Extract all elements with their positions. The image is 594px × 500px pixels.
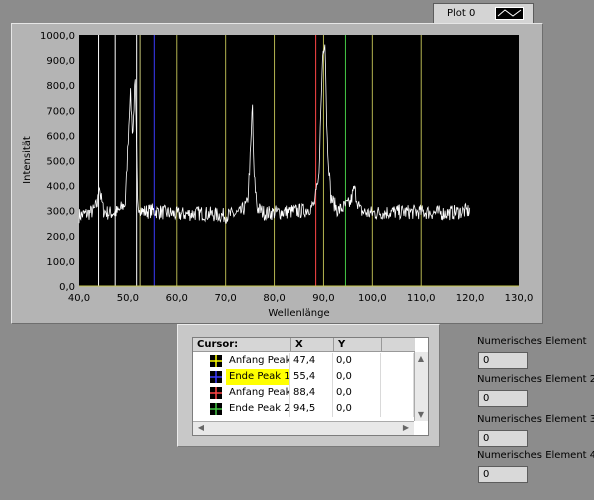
y-tick-label: 800,0 <box>46 81 75 92</box>
cursor-legend-panel: Cursor: X Y Anfang Peak 47,4 0,0 Ende Peak … <box>177 324 440 447</box>
x-tick-label: 120,0 <box>456 293 485 304</box>
x-axis-label: Wellenlänge <box>268 308 329 319</box>
y-tick-label: 100,0 <box>46 257 75 268</box>
plot-area[interactable] <box>79 35 519 286</box>
cursor-y-cell: 0,0 <box>333 353 381 369</box>
cursor-y-cell: 0,0 <box>333 401 381 417</box>
y-tick-label: 1000,0 <box>40 31 75 42</box>
cursor-x-cell: 94,5 <box>290 401 333 417</box>
cursor-table[interactable]: Cursor: X Y Anfang Peak 47,4 0,0 Ende Peak … <box>192 337 429 436</box>
plot-legend[interactable]: Plot 0 <box>433 3 534 24</box>
cursor-y-cell: 0,0 <box>333 385 381 401</box>
cursor-row[interactable]: Anfang Peak 47,4 0,0 <box>193 353 414 369</box>
x-tick-label: 50,0 <box>117 293 139 304</box>
cursor-y-cell: 0,0 <box>333 369 381 385</box>
cursor-empty-cell <box>381 401 414 417</box>
cursor-x-cell: 55,4 <box>290 369 333 385</box>
numeric-field-3[interactable]: 0 <box>478 430 528 447</box>
x-tick-label: 90,0 <box>312 293 334 304</box>
vertical-scrollbar[interactable]: ▲ ▼ <box>414 352 428 421</box>
y-tick-label: 300,0 <box>46 207 75 218</box>
y-axis-label: Intensität <box>22 136 33 184</box>
y-tick-label: 0,0 <box>59 282 75 293</box>
numeric-label-4: Numerisches Element 4 <box>477 450 594 461</box>
cursor-empty-cell <box>381 353 414 369</box>
cursor-name-cell: Anfang Peak <box>226 353 290 369</box>
cursor-crosshair-icon <box>210 387 222 399</box>
cursor-name-cell: Anfang Peak <box>226 385 290 401</box>
x-tick-label: 110,0 <box>407 293 436 304</box>
y-column-header: Y <box>333 338 381 352</box>
scroll-down-icon[interactable]: ▼ <box>415 410 427 419</box>
line-style-icon <box>497 9 522 17</box>
cursor-row[interactable]: Ende Peak 2 94,5 0,0 <box>193 401 414 417</box>
cursor-empty-cell <box>381 385 414 401</box>
scroll-right-icon[interactable]: ▶ <box>400 423 412 432</box>
cursor-crosshair-icon <box>210 403 222 415</box>
x-column-header: X <box>290 338 333 352</box>
cursor-crosshair-icon <box>210 355 222 367</box>
cursor-name-cell: Ende Peak 2 <box>226 401 290 417</box>
horizontal-scrollbar[interactable]: ◀ ▶ <box>193 421 414 435</box>
numeric-label-3: Numerisches Element 3 <box>477 414 594 425</box>
x-tick-label: 60,0 <box>166 293 188 304</box>
scroll-up-icon[interactable]: ▲ <box>415 354 427 363</box>
cursor-empty-cell <box>381 369 414 385</box>
y-tick-label: 500,0 <box>46 157 75 168</box>
x-tick-label: 100,0 <box>358 293 387 304</box>
numeric-field-1[interactable]: 0 <box>478 352 528 369</box>
x-tick-label: 70,0 <box>215 293 237 304</box>
empty-column-header <box>381 338 415 352</box>
numeric-field-2[interactable]: 0 <box>478 390 528 407</box>
cursor-row[interactable]: Anfang Peak 88,4 0,0 <box>193 385 414 401</box>
waveform-graph[interactable]: 40,0 50,0 60,0 70,0 80,0 90,0 100,0 110,0 120,0 1… <box>11 23 543 324</box>
numeric-label-2: Numerisches Element 2 <box>477 374 594 385</box>
x-tick-label: 80,0 <box>263 293 285 304</box>
numeric-label-1: Numerisches Element <box>477 336 587 347</box>
y-tick-label: 400,0 <box>46 182 75 193</box>
x-tick-label: 130,0 <box>505 293 534 304</box>
cursor-crosshair-icon <box>210 371 222 383</box>
x-tick-label: 40,0 <box>68 293 90 304</box>
y-tick-label: 700,0 <box>46 106 75 117</box>
cursor-name-cell: Ende Peak 1 <box>226 369 290 385</box>
scroll-left-icon[interactable]: ◀ <box>195 423 207 432</box>
plot-legend-label: Plot 0 <box>447 8 476 19</box>
plot-style-swatch[interactable] <box>495 7 524 20</box>
cursor-x-cell: 47,4 <box>290 353 333 369</box>
numeric-field-4[interactable]: 0 <box>478 466 528 483</box>
cursor-row[interactable]: Ende Peak 1 55,4 0,0 <box>193 369 414 385</box>
graph-svg: 40,0 50,0 60,0 70,0 80,0 90,0 100,0 110,0 120,0 1… <box>22 31 534 319</box>
y-tick-label: 600,0 <box>46 131 75 142</box>
cursor-column-header: Cursor: <box>193 338 290 352</box>
y-tick-label: 200,0 <box>46 232 75 243</box>
cursor-x-cell: 88,4 <box>290 385 333 401</box>
y-tick-label: 900,0 <box>46 56 75 67</box>
